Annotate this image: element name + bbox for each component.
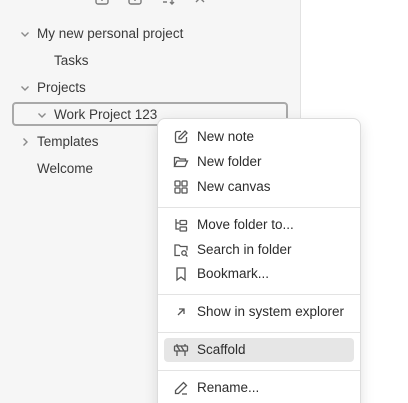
menu-item-show-in-system-explorer[interactable]: Show in system explorer — [164, 300, 354, 324]
new-folder-icon[interactable] — [127, 0, 143, 6]
collapse-icon[interactable] — [192, 0, 208, 6]
edit-icon — [173, 129, 189, 145]
arrow-up-right-icon — [173, 304, 189, 320]
canvas-icon — [173, 179, 189, 195]
menu-item-scaffold[interactable]: Scaffold — [164, 338, 354, 362]
tree-folder-my-new-personal-project[interactable]: My new personal project — [0, 21, 300, 47]
chevron-down-icon[interactable] — [19, 28, 31, 40]
menu-item-new-note[interactable]: New note — [164, 125, 354, 149]
menu-item-bookmark[interactable]: Bookmark... — [164, 262, 354, 286]
menu-item-new-folder[interactable]: New folder — [164, 150, 354, 174]
sort-icon[interactable] — [160, 0, 176, 6]
folder-open-icon — [173, 154, 189, 170]
menu-separator — [158, 294, 360, 295]
menu-separator — [158, 207, 360, 208]
pencil-icon — [173, 380, 189, 396]
menu-item-move-folder[interactable]: Move folder to... — [164, 213, 354, 237]
tree-item-label: Templates — [37, 134, 99, 149]
tree-item-label: Tasks — [54, 53, 89, 68]
context-menu: New note New folder New canvas Move fold… — [157, 118, 361, 403]
chevron-down-icon[interactable] — [19, 82, 31, 94]
chevron-right-icon[interactable] — [19, 136, 31, 148]
folder-tree-icon — [173, 217, 189, 233]
chevron-down-icon[interactable] — [36, 109, 48, 121]
tree-item-label: My new personal project — [37, 26, 184, 41]
menu-separator — [158, 332, 360, 333]
menu-item-new-canvas[interactable]: New canvas — [164, 175, 354, 199]
app-window: My new personal project Tasks Projects W… — [0, 0, 408, 403]
bookmark-icon — [173, 266, 189, 282]
folder-search-icon — [173, 242, 189, 258]
tree-item-label: Welcome — [37, 161, 94, 176]
explorer-toolbar — [0, 0, 300, 6]
menu-separator — [158, 370, 360, 371]
tree-file-tasks[interactable]: Tasks — [0, 48, 300, 74]
menu-item-search-in-folder[interactable]: Search in folder — [164, 238, 354, 262]
new-note-icon[interactable] — [94, 0, 110, 6]
menu-item-rename[interactable]: Rename... — [164, 376, 354, 400]
tree-folder-projects[interactable]: Projects — [0, 75, 300, 101]
scaffold-icon — [173, 342, 189, 358]
tree-item-label: Projects — [37, 80, 86, 95]
tree-item-label: Work Project 123 — [54, 107, 158, 122]
